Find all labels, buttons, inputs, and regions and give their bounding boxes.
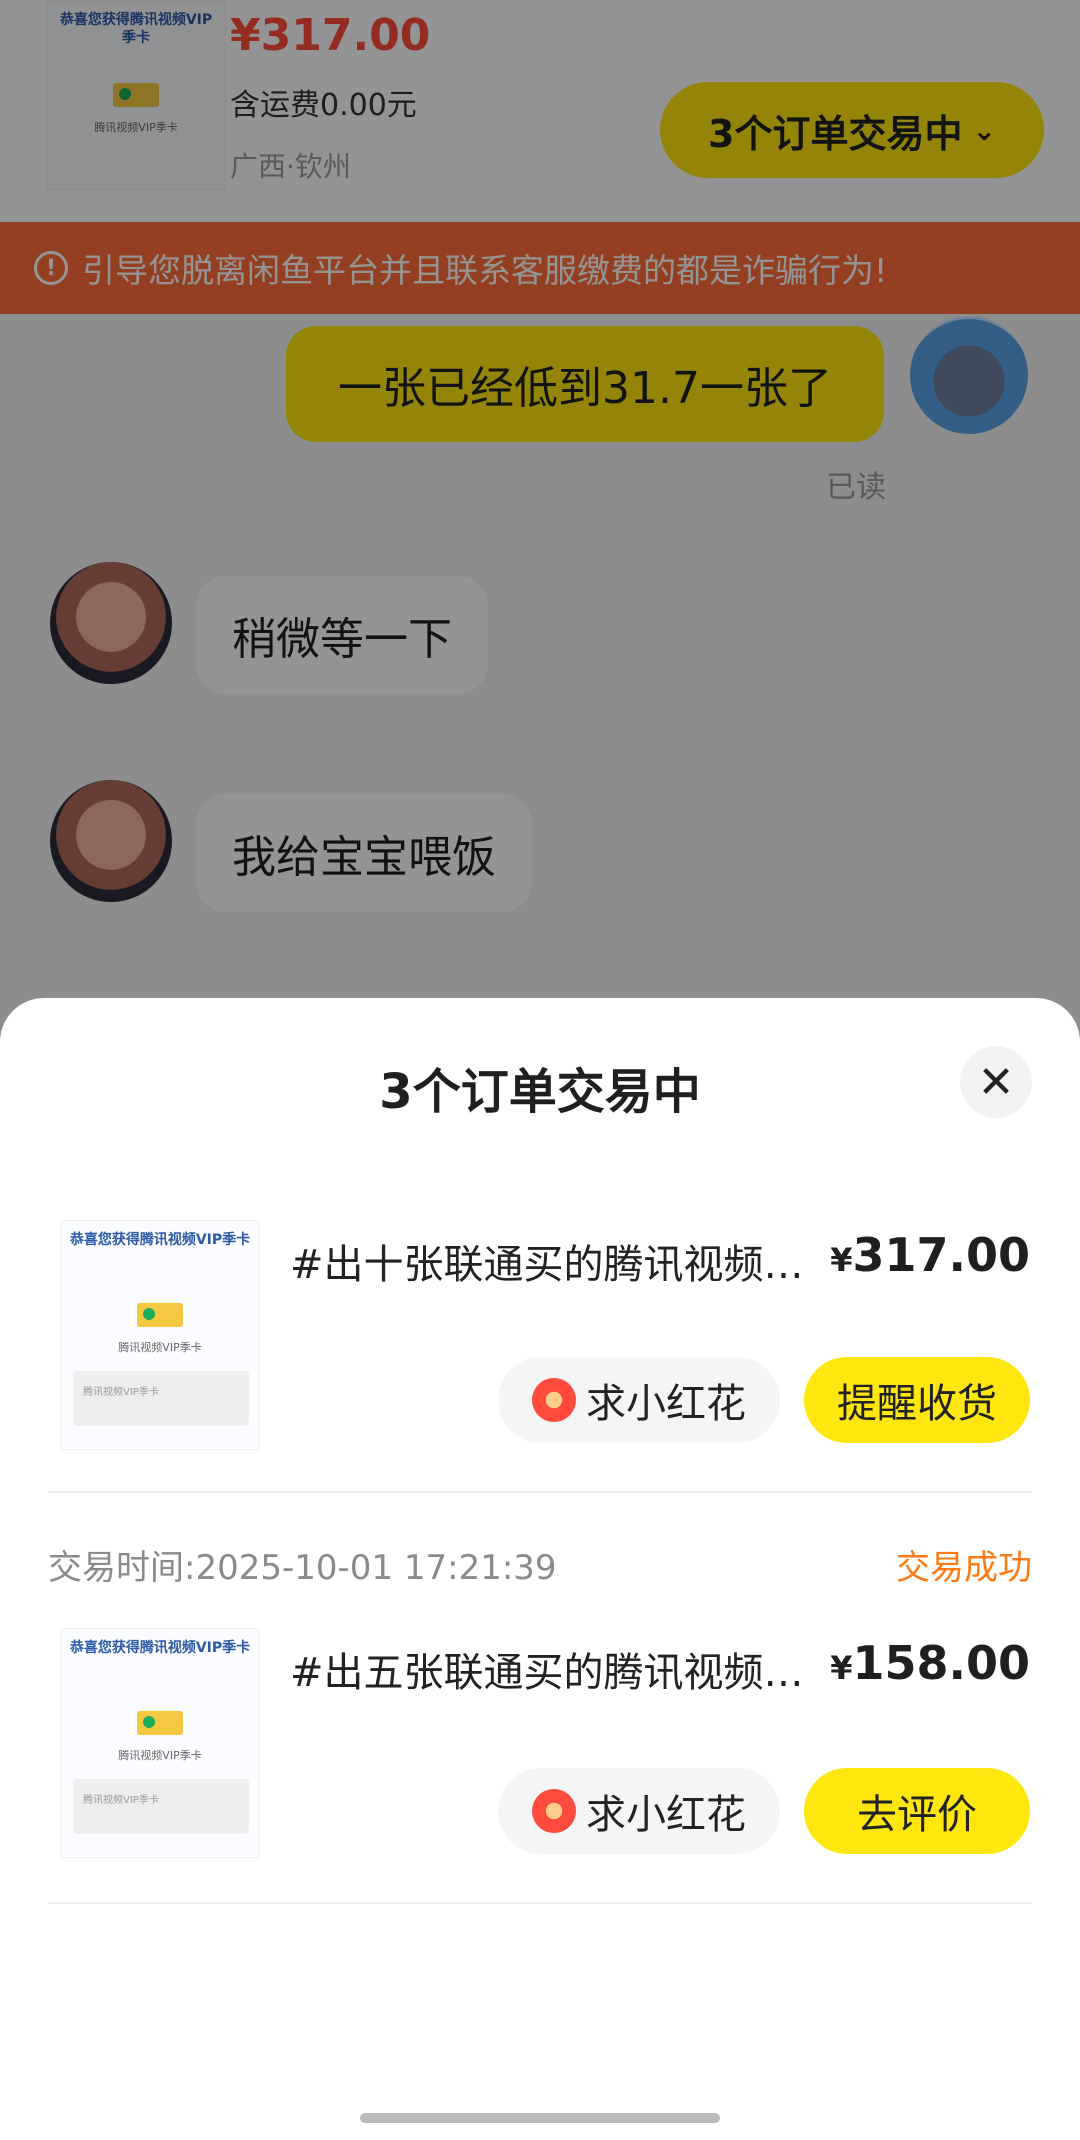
- thumbnail-subtitle: 腾讯视频VIP季卡: [118, 1341, 202, 1354]
- tencent-video-logo-icon: [137, 1711, 183, 1735]
- thumbnail-subtitle: 腾讯视频VIP季卡: [118, 1749, 202, 1762]
- orders-bottom-sheet: 3个订单交易中 ✕ 恭喜您获得腾讯视频VIP季卡 腾讯视频VIP季卡 腾讯视频V…: [0, 998, 1080, 2140]
- currency-symbol: ¥: [830, 1241, 853, 1279]
- request-flower-label: 求小红花: [586, 1792, 746, 1838]
- request-flower-label: 求小红花: [586, 1381, 746, 1427]
- close-icon: ✕: [977, 1056, 1015, 1108]
- order-price: ¥158.00: [830, 1636, 1030, 1690]
- request-flower-button[interactable]: 求小红花: [498, 1768, 780, 1854]
- flower-icon: [532, 1378, 576, 1422]
- thumbnail-title: 恭喜您获得腾讯视频VIP季卡: [69, 1640, 251, 1656]
- tencent-video-logo-icon: [137, 1303, 183, 1327]
- transaction-time: 交易时间:2025-10-01 17:21:39: [48, 1547, 557, 1588]
- review-button[interactable]: 去评价: [804, 1768, 1030, 1854]
- home-indicator[interactable]: [360, 2113, 720, 2123]
- divider: [48, 1491, 1032, 1493]
- order-price-value: 317.00: [852, 1228, 1030, 1282]
- sheet-title: 3个订单交易中: [379, 1064, 701, 1120]
- thumbnail-card: 腾讯视频VIP季卡: [73, 1371, 249, 1426]
- order-title[interactable]: #出十张联通买的腾讯视频…: [290, 1232, 820, 1290]
- order-status: 交易成功: [896, 1547, 1032, 1588]
- order-title[interactable]: #出五张联通买的腾讯视频…: [290, 1640, 820, 1698]
- flower-icon: [532, 1789, 576, 1833]
- order-price-value: 158.00: [852, 1636, 1030, 1690]
- request-flower-button[interactable]: 求小红花: [498, 1357, 780, 1443]
- divider: [48, 1902, 1032, 1904]
- currency-symbol: ¥: [830, 1649, 853, 1687]
- thumbnail-card: 腾讯视频VIP季卡: [73, 1779, 249, 1834]
- order-thumbnail[interactable]: 恭喜您获得腾讯视频VIP季卡 腾讯视频VIP季卡 腾讯视频VIP季卡: [60, 1628, 260, 1858]
- order-meta: 交易时间:2025-10-01 17:21:39 交易成功: [48, 1542, 1032, 1588]
- thumbnail-title: 恭喜您获得腾讯视频VIP季卡: [69, 1232, 251, 1248]
- order-thumbnail[interactable]: 恭喜您获得腾讯视频VIP季卡 腾讯视频VIP季卡 腾讯视频VIP季卡: [60, 1220, 260, 1450]
- order-price: ¥317.00: [830, 1228, 1030, 1282]
- remind-receipt-button[interactable]: 提醒收货: [804, 1357, 1030, 1443]
- close-button[interactable]: ✕: [960, 1046, 1032, 1118]
